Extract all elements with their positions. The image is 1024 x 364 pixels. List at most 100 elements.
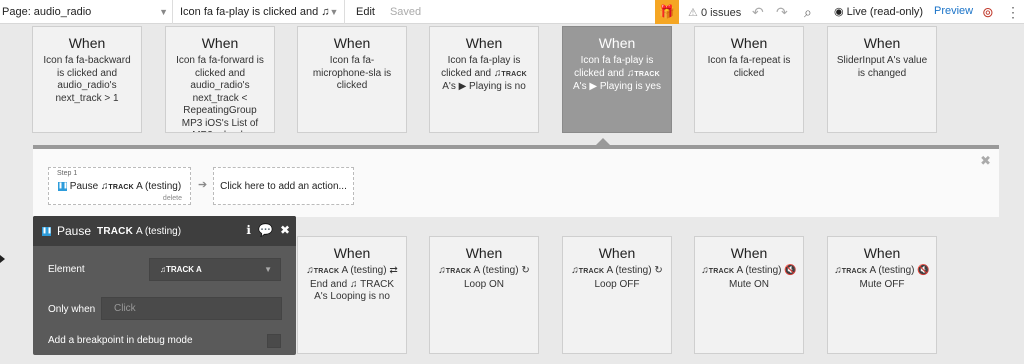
card-when: When bbox=[598, 35, 636, 51]
step-label: Step 1 bbox=[57, 170, 78, 177]
condition-text: A (testing) 🔇 Mute ON bbox=[728, 265, 797, 290]
card-condition: Icon fa fa-microphone-sla is clicked bbox=[312, 55, 392, 91]
card-condition: Icon fa fa-forward is clicked and audio_… bbox=[176, 55, 264, 132]
chevron-down-icon: ▼ bbox=[159, 6, 168, 17]
card-when: When bbox=[863, 245, 901, 261]
breakpoint-label: Add a breakpoint in debug mode bbox=[48, 335, 193, 346]
event-card[interactable]: When SliderInput A's value is changed bbox=[827, 26, 937, 133]
music-note-icon: ♫ bbox=[834, 265, 842, 276]
event-card[interactable]: When Icon fa fa-backward is clicked and … bbox=[32, 26, 142, 133]
warning-icon: ⚠ bbox=[688, 7, 698, 19]
pause-icon: ❚❚ bbox=[42, 226, 53, 236]
event-card[interactable]: When ♫TRACK A (testing) ↻ Loop OFF bbox=[562, 236, 672, 354]
element-dropdown[interactable]: ♫TRACK A ▼ bbox=[149, 258, 281, 281]
condition-text: A's ▶ Playing is no bbox=[442, 81, 526, 92]
event-card[interactable]: When Icon fa fa-microphone-sla is clicke… bbox=[297, 26, 407, 133]
card-condition: Icon fa fa-backward is clicked and audio… bbox=[43, 55, 131, 104]
card-condition: Icon fa fa-play is clicked and ♫TRACK A's… bbox=[436, 55, 532, 94]
event-card-selected[interactable]: When Icon fa fa-play is clicked and ♫TRA… bbox=[562, 26, 672, 133]
condition-text: A (testing) ↻ Loop OFF bbox=[594, 265, 663, 290]
card-when: When bbox=[598, 245, 636, 261]
live-label: Live (read-only) bbox=[846, 6, 924, 18]
help-icon[interactable]: ⊚ bbox=[982, 4, 994, 21]
issues-indicator[interactable]: ⚠ 0 issues bbox=[688, 6, 741, 19]
element-label: Element bbox=[48, 264, 85, 275]
event-card[interactable]: When Icon fa fa-repeat is clicked bbox=[694, 26, 804, 133]
event-card[interactable]: When Icon fa fa-play is clicked and ♫TRA… bbox=[429, 26, 539, 133]
event-card[interactable]: When ♫TRACK A (testing) ↻ Loop ON bbox=[429, 236, 539, 354]
save-status: Saved bbox=[389, 5, 422, 18]
music-note-icon: ♫ bbox=[571, 265, 579, 276]
card-condition: ♫TRACK A (testing) 🔇 Mute ON bbox=[701, 265, 797, 291]
only-when-input[interactable]: Click bbox=[101, 297, 282, 320]
step-description: ❚❚ Pause ♫TRACK A (testing) bbox=[58, 181, 181, 192]
step-action: Pause bbox=[69, 181, 99, 192]
track-chip: TRACK bbox=[578, 268, 605, 275]
card-when: When bbox=[333, 245, 371, 261]
globe-icon: ◉ bbox=[834, 6, 844, 18]
condition-text: A (testing) ↻ Loop ON bbox=[463, 265, 530, 290]
card-when: When bbox=[863, 35, 901, 51]
close-icon[interactable]: ✖ bbox=[980, 153, 991, 169]
undo-icon[interactable]: ↶ bbox=[752, 4, 764, 21]
card-when: When bbox=[68, 35, 106, 51]
only-when-label: Only when bbox=[48, 304, 96, 315]
track-chip: TRACK bbox=[708, 268, 735, 275]
condition-text: A's ▶ Playing is yes bbox=[573, 81, 661, 92]
info-icon[interactable]: ℹ bbox=[246, 223, 251, 237]
card-when: When bbox=[730, 245, 768, 261]
card-condition: Icon fa fa-play is clicked and ♫TRACK A's… bbox=[569, 55, 665, 94]
card-when: When bbox=[465, 35, 503, 51]
music-note-icon: ♫ bbox=[701, 265, 709, 276]
event-card[interactable]: When ♫TRACK A (testing) 🔇 Mute OFF bbox=[827, 236, 937, 354]
divider bbox=[344, 0, 345, 24]
music-note-icon: ♫ bbox=[438, 265, 446, 276]
collapse-arrow-icon[interactable] bbox=[0, 255, 5, 263]
delete-step-link[interactable]: delete bbox=[163, 195, 182, 202]
card-when: When bbox=[201, 35, 239, 51]
workflow-panel: ✖ Step 1 ❚❚ Pause ♫TRACK A (testing) del… bbox=[33, 145, 999, 217]
track-chip: TRACK bbox=[634, 70, 660, 78]
track-chip: TRACK bbox=[97, 225, 134, 237]
page-selector-label: Page: audio_radio bbox=[2, 5, 92, 18]
event-card[interactable]: When ♫TRACK A (testing) ⇄ End and ♫ TRAC… bbox=[297, 236, 407, 354]
add-action-button[interactable]: Click here to add an action... bbox=[213, 167, 354, 205]
comment-icon[interactable]: 💬 bbox=[258, 223, 273, 237]
card-when: When bbox=[730, 35, 768, 51]
workflow-step[interactable]: Step 1 ❚❚ Pause ♫TRACK A (testing) delet… bbox=[48, 167, 191, 205]
chevron-down-icon: ▼ bbox=[329, 6, 339, 17]
step-target: A (testing) bbox=[136, 181, 182, 192]
event-card[interactable]: When Icon fa fa-forward is clicked and a… bbox=[165, 26, 275, 133]
editor-track-name: A (testing) bbox=[136, 225, 182, 237]
track-chip: TRACK bbox=[313, 268, 340, 275]
more-icon[interactable]: ⋮ bbox=[1006, 4, 1020, 21]
card-condition: ♫TRACK A (testing) ↻ Loop ON bbox=[436, 265, 532, 291]
track-chip: TRACK bbox=[445, 268, 472, 275]
gift-icon[interactable]: 🎁 bbox=[655, 0, 679, 24]
element-value: A bbox=[195, 265, 202, 274]
card-when: When bbox=[465, 245, 503, 261]
live-mode[interactable]: ◉ Live (read-only) bbox=[834, 5, 923, 18]
card-condition: SliderInput A's value is changed bbox=[836, 55, 928, 79]
element-chip: TRACK bbox=[166, 265, 194, 274]
preview-link[interactable]: Preview bbox=[934, 5, 973, 17]
edit-menu[interactable]: Edit bbox=[356, 6, 375, 18]
page-selector[interactable]: Page: audio_radio ▼ bbox=[0, 6, 172, 18]
search-icon[interactable]: ⌕ bbox=[804, 4, 812, 21]
event-selector[interactable]: Icon fa fa-play is clicked and ♫ ▼ bbox=[172, 6, 340, 18]
chevron-down-icon: ▼ bbox=[264, 265, 272, 274]
card-condition: ♫TRACK A (testing) ↻ Loop OFF bbox=[569, 265, 665, 291]
event-card[interactable]: When ♫TRACK A (testing) 🔇 Mute ON bbox=[694, 236, 804, 354]
action-property-editor: ❚❚ Pause TRACK A (testing) ℹ 💬 ✖ Element… bbox=[33, 216, 296, 355]
divider bbox=[172, 0, 173, 24]
close-icon[interactable]: ✖ bbox=[280, 223, 290, 237]
arrow-right-icon: ➔ bbox=[198, 179, 208, 191]
track-chip: TRACK bbox=[108, 184, 134, 191]
breakpoint-checkbox[interactable] bbox=[267, 334, 281, 348]
card-condition: ♫TRACK A (testing) 🔇 Mute OFF bbox=[834, 265, 930, 291]
event-selector-label: Icon fa fa-play is clicked and ♫ bbox=[180, 5, 330, 18]
editor-title: Pause bbox=[57, 224, 92, 238]
redo-icon[interactable]: ↷ bbox=[776, 4, 788, 21]
card-when: When bbox=[333, 35, 371, 51]
card-condition: Icon fa fa-repeat is clicked bbox=[707, 55, 791, 79]
